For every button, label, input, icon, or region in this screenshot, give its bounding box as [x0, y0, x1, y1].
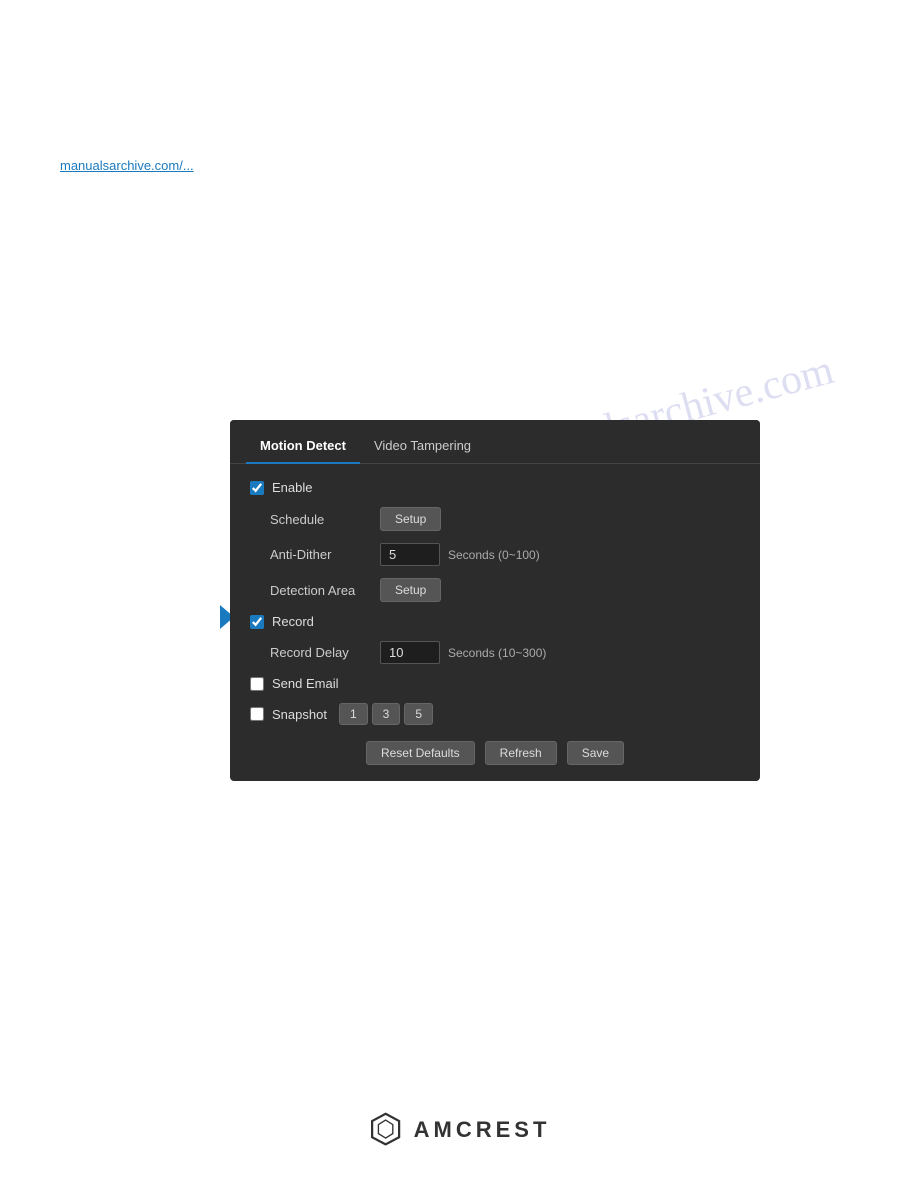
enable-checkbox[interactable]: [250, 481, 264, 495]
record-checkbox[interactable]: [250, 615, 264, 629]
footer: AMCREST: [368, 1112, 551, 1148]
enable-row: Enable: [250, 480, 740, 495]
send-email-checkbox[interactable]: [250, 677, 264, 691]
detection-area-setup-button[interactable]: Setup: [380, 578, 441, 602]
record-row: Record: [250, 614, 740, 629]
tab-motion-detect[interactable]: Motion Detect: [246, 430, 360, 463]
anti-dither-label: Anti-Dither: [270, 547, 380, 562]
tab-bar: Motion Detect Video Tampering: [230, 420, 760, 464]
enable-label: Enable: [272, 480, 312, 495]
snapshot-checkbox[interactable]: [250, 707, 264, 721]
snapshot-row: Snapshot 1 3 5: [250, 703, 740, 725]
brand-name: AMCREST: [414, 1117, 551, 1143]
dialog-content: Enable Schedule Setup Anti-Dither Second…: [230, 464, 760, 781]
reset-defaults-button[interactable]: Reset Defaults: [366, 741, 475, 765]
tab-video-tampering[interactable]: Video Tampering: [360, 430, 485, 463]
record-delay-label: Record Delay: [270, 645, 380, 660]
anti-dither-row: Anti-Dither Seconds (0~100): [250, 543, 740, 566]
send-email-label: Send Email: [272, 676, 338, 691]
snapshot-option-1[interactable]: 1: [339, 703, 368, 725]
anti-dither-input[interactable]: [380, 543, 440, 566]
record-delay-input[interactable]: [380, 641, 440, 664]
refresh-button[interactable]: Refresh: [485, 741, 557, 765]
snapshot-label: Snapshot: [272, 707, 327, 722]
detection-area-row: Detection Area Setup: [250, 578, 740, 602]
detection-area-label: Detection Area: [270, 583, 380, 598]
save-button[interactable]: Save: [567, 741, 624, 765]
send-email-row: Send Email: [250, 676, 740, 691]
snapshot-option-3[interactable]: 3: [372, 703, 401, 725]
record-delay-hint: Seconds (10~300): [448, 646, 546, 660]
snapshot-options: 1 3 5: [339, 703, 433, 725]
motion-detect-dialog: Motion Detect Video Tampering Enable Sch…: [230, 420, 760, 781]
schedule-row: Schedule Setup: [250, 507, 740, 531]
snapshot-option-5[interactable]: 5: [404, 703, 433, 725]
anti-dither-hint: Seconds (0~100): [448, 548, 540, 562]
record-label: Record: [272, 614, 314, 629]
amcrest-logo-icon: [368, 1112, 404, 1148]
record-delay-row: Record Delay Seconds (10~300): [250, 641, 740, 664]
schedule-label: Schedule: [270, 512, 380, 527]
bottom-button-row: Reset Defaults Refresh Save: [250, 741, 740, 765]
top-link[interactable]: manualsarchive.com/...: [60, 158, 194, 173]
schedule-setup-button[interactable]: Setup: [380, 507, 441, 531]
